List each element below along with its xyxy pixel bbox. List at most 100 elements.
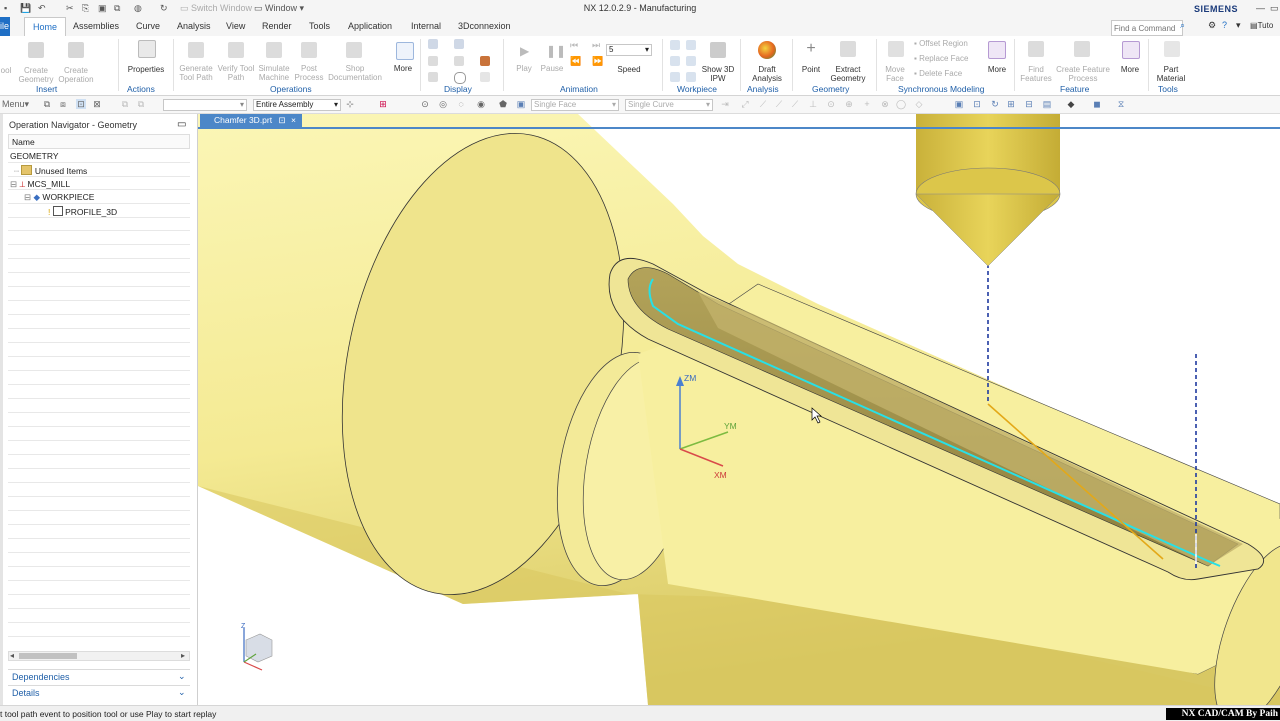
part-material-button[interactable]: Part Material xyxy=(1150,65,1192,83)
chevron-down-icon[interactable]: ⌄ xyxy=(178,671,186,682)
tab-file[interactable]: ile xyxy=(0,17,10,36)
select-icon[interactable]: ⊠ xyxy=(92,99,102,109)
scrollbar-thumb[interactable] xyxy=(19,653,77,659)
snap-point-icon[interactable]: ◇ xyxy=(914,99,924,109)
select-icon[interactable]: ⊡ xyxy=(76,99,86,109)
snap-icon[interactable]: ▣ xyxy=(516,99,526,109)
view-triad[interactable]: Z xyxy=(241,623,273,671)
replace-face-button[interactable]: ▪ Replace Face xyxy=(914,54,968,63)
workpiece-icon[interactable] xyxy=(686,56,696,66)
tool-holder-icon[interactable] xyxy=(480,56,490,66)
workpiece-icon[interactable] xyxy=(670,40,680,50)
snap-point-icon[interactable]: ⟋ xyxy=(790,99,800,109)
create-feature-process-icon[interactable] xyxy=(1074,41,1090,57)
simulate-machine-button[interactable]: Simulate Machine xyxy=(256,64,292,82)
snap-point-icon[interactable]: ⊕ xyxy=(844,99,854,109)
view-icon[interactable]: ⧉ xyxy=(136,99,146,109)
selection-scope-select[interactable]: Entire Assembly ▾ xyxy=(253,99,341,111)
delete-face-button[interactable]: ▪ Delete Face xyxy=(914,69,962,78)
workpiece-icon[interactable] xyxy=(670,72,680,82)
step-icon[interactable]: ⏩ xyxy=(592,56,608,72)
filter-icon[interactable]: ⧈ xyxy=(58,99,68,109)
create-geometry-icon[interactable] xyxy=(28,42,44,58)
tab-curve[interactable]: Curve xyxy=(136,21,160,31)
document-tab[interactable]: Chamfer 3D.prt ⊡ × xyxy=(200,114,302,127)
more-feature-button[interactable]: More xyxy=(1116,65,1144,74)
post-process-icon[interactable] xyxy=(301,42,317,58)
snap-point-icon[interactable]: ⊗ xyxy=(880,99,890,109)
find-features-button[interactable]: Find Features xyxy=(1018,65,1054,83)
line-icon[interactable] xyxy=(480,72,490,82)
face-rule-select[interactable]: Single Face ▾ xyxy=(531,99,619,111)
tab-3dconnexion[interactable]: 3Dconnexion xyxy=(458,21,511,31)
play-button[interactable]: Play xyxy=(512,64,536,73)
pause-button[interactable]: Pause xyxy=(538,64,566,73)
extract-geometry-button[interactable]: Extract Geometry xyxy=(826,65,870,83)
more-operations-button[interactable]: More xyxy=(389,64,417,73)
snap-icon[interactable]: ◎ xyxy=(438,99,448,109)
chevron-down-icon[interactable]: ⌄ xyxy=(178,687,186,698)
properties-icon[interactable] xyxy=(138,40,156,58)
maximize-icon[interactable]: ▭ xyxy=(177,119,186,130)
snap-point-icon[interactable]: ⤢ xyxy=(740,99,750,109)
filter-icon[interactable]: ⧉ xyxy=(42,99,52,109)
close-icon[interactable]: × xyxy=(291,115,296,125)
part-material-icon[interactable] xyxy=(1164,41,1180,57)
generate-tool-path-icon[interactable] xyxy=(188,42,204,58)
pin-icon[interactable]: ⊡ xyxy=(278,115,285,125)
tool-cone[interactable] xyxy=(915,193,1061,267)
dependencies-panel-header[interactable]: Dependencies ⌄ xyxy=(8,669,190,684)
view-icon[interactable]: ⧉ xyxy=(120,99,130,109)
point-button[interactable]: Point xyxy=(798,65,824,74)
snap-icon[interactable]: ⊙ xyxy=(420,99,430,109)
curve-rule-select[interactable]: Single Curve ▾ xyxy=(625,99,713,111)
view-tool-icon[interactable]: ▤ xyxy=(1042,99,1052,109)
search-icon[interactable]: ⌕ xyxy=(1180,20,1185,31)
create-operation-icon[interactable] xyxy=(68,42,84,58)
tree-item-profile-3d[interactable]: ! PROFILE_3D xyxy=(48,206,117,217)
generate-tool-path-button[interactable]: Generate Tool Path xyxy=(176,64,216,82)
tab-analysis[interactable]: Analysis xyxy=(177,21,211,31)
pause-icon[interactable]: ❚❚ xyxy=(546,44,566,60)
rotate-icon[interactable]: ↻ xyxy=(990,99,1000,109)
navigator-column-header[interactable]: Name xyxy=(8,134,190,149)
snap-point-icon[interactable]: + xyxy=(862,99,872,109)
help-icon[interactable]: ? xyxy=(1222,20,1227,30)
display-icon[interactable] xyxy=(428,72,438,82)
scroll-left-icon[interactable]: ◂ xyxy=(10,651,14,660)
post-process-button[interactable]: Post Process xyxy=(293,64,325,82)
create-geometry-button[interactable]: Create Geometry xyxy=(17,66,55,84)
more-sync-button[interactable]: More xyxy=(983,65,1011,74)
view-tool-icon[interactable]: ⊞ xyxy=(1006,99,1016,109)
snap-icon[interactable]: ◌ xyxy=(456,99,466,109)
shop-documentation-icon[interactable] xyxy=(346,42,362,58)
create-tool-label[interactable]: ool xyxy=(0,66,12,75)
show-3d-ipw-button[interactable]: Show 3D IPW xyxy=(700,65,736,83)
move-face-button[interactable]: Move Face xyxy=(880,65,910,83)
display-icon[interactable] xyxy=(454,39,464,49)
minimize-icon[interactable]: — xyxy=(1256,3,1265,13)
tree-root-geometry[interactable]: GEOMETRY xyxy=(10,151,59,161)
create-operation-button[interactable]: Create Operation xyxy=(56,66,96,84)
find-features-icon[interactable] xyxy=(1028,41,1044,57)
command-search-input[interactable] xyxy=(1111,20,1183,36)
workpiece-icon[interactable] xyxy=(670,56,680,66)
view-tool-icon[interactable]: ⊡ xyxy=(972,99,982,109)
step-back-icon[interactable]: ⏮ xyxy=(570,40,586,56)
more-icon[interactable] xyxy=(396,42,414,60)
offset-region-button[interactable]: ▪ Offset Region xyxy=(914,39,968,48)
workpiece-icon[interactable] xyxy=(686,40,696,50)
render-style-icon[interactable]: ◆ xyxy=(1066,99,1076,109)
snap-point-icon[interactable]: ⊙ xyxy=(826,99,836,109)
view-tool-icon[interactable]: ⊟ xyxy=(1024,99,1034,109)
display-icon[interactable] xyxy=(428,56,438,66)
menu-button[interactable]: Menu▾ xyxy=(2,99,32,109)
tab-render[interactable]: Render xyxy=(262,21,292,31)
horizontal-scrollbar[interactable]: ◂ ▸ xyxy=(8,651,190,661)
render-style-icon[interactable]: ◼ xyxy=(1092,99,1102,109)
snap-point-icon[interactable]: ⇥ xyxy=(720,99,730,109)
snap-point-icon[interactable]: ⟋ xyxy=(774,99,784,109)
create-feature-process-button[interactable]: Create Feature Process xyxy=(1056,65,1110,83)
snap-point-icon[interactable]: ⊥ xyxy=(808,99,818,109)
display-icon[interactable] xyxy=(428,39,438,49)
